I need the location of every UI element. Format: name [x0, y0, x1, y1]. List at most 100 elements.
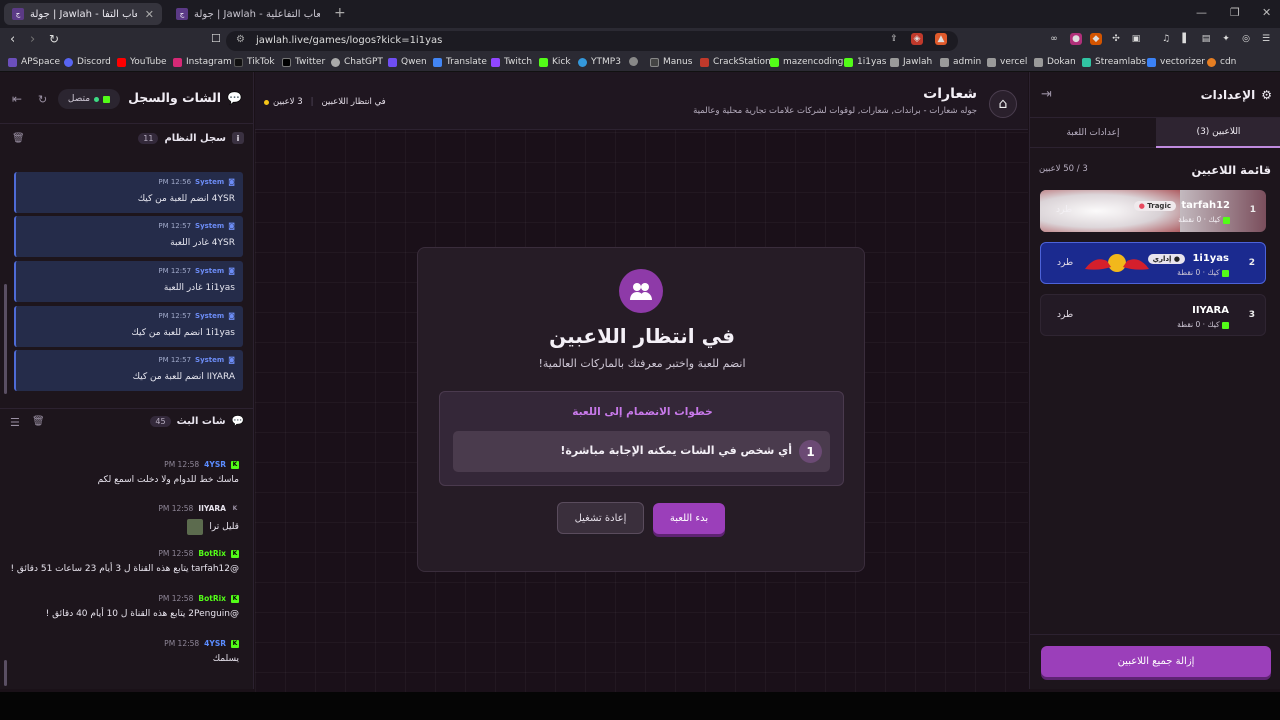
- kick-player-button[interactable]: طرد: [1056, 205, 1072, 215]
- browser-tab-active[interactable]: ج جولة | Jawlah - منصة الألعاب التفا ✕: [4, 3, 162, 25]
- bookmark-item[interactable]: ChatGPT: [331, 57, 383, 67]
- extension-icon[interactable]: ●: [1070, 33, 1082, 45]
- close-window-icon[interactable]: ✕: [1262, 6, 1271, 19]
- bookmark-item[interactable]: vectorizer: [1147, 57, 1205, 67]
- trash-icon[interactable]: 🗑: [12, 133, 25, 144]
- bookmark-label: Manus: [663, 57, 693, 67]
- bookmark-item[interactable]: Instagram: [173, 57, 232, 67]
- trash-icon[interactable]: 🗑: [32, 416, 45, 427]
- chat-username[interactable]: BotRix: [198, 549, 226, 558]
- chat-username[interactable]: IIYARA: [198, 504, 226, 513]
- stream-chat-count: 45: [150, 416, 171, 427]
- bookmark-item[interactable]: Kick: [539, 57, 571, 67]
- rewards-icon[interactable]: ▲: [935, 33, 947, 45]
- bookmark-item[interactable]: Twitter: [282, 57, 325, 67]
- refresh-icon[interactable]: ↻: [38, 93, 47, 106]
- bookmark-item[interactable]: Manus: [650, 57, 692, 67]
- restart-button[interactable]: إعادة تشغيل: [557, 502, 644, 534]
- sidebar-icon[interactable]: ▌: [1180, 33, 1192, 45]
- collapse-panel-icon[interactable]: ⇥: [1041, 87, 1052, 102]
- url-field[interactable]: ⚙ jawlah.live/games/logos?kick=1i1yas: [226, 31, 958, 51]
- new-tab-button[interactable]: +: [334, 5, 346, 21]
- scrollbar[interactable]: [4, 284, 7, 394]
- forward-icon[interactable]: ›: [30, 32, 35, 47]
- wallet-icon[interactable]: ▤: [1200, 33, 1212, 45]
- bookmark-item[interactable]: Dokan: [1034, 57, 1076, 67]
- reload-icon[interactable]: ↻: [49, 32, 59, 46]
- extension-icon[interactable]: ∞: [1048, 33, 1060, 45]
- bookmark-item[interactable]: Translate: [433, 57, 487, 67]
- bookmark-item[interactable]: APSpace: [8, 57, 60, 67]
- join-step: 1 أي شخص في الشات يمكنه الإجابة مباشرة!: [453, 431, 830, 472]
- bookmark-item[interactable]: 1i1yas: [844, 57, 886, 67]
- browser-tab[interactable]: ج جولة | Jawlah - منصة الألعاب التفاعلية: [168, 3, 328, 25]
- message-time: PM 12:58: [158, 549, 194, 558]
- bookmark-item[interactable]: TikTok: [234, 57, 275, 67]
- jawlah-favicon-icon: ج: [176, 8, 188, 20]
- bookmark-item[interactable]: admin: [940, 57, 981, 67]
- kick-player-button[interactable]: طرد: [1057, 258, 1073, 268]
- status-text: متصل: [67, 94, 91, 104]
- site-info-icon[interactable]: ⚙: [236, 34, 245, 45]
- filter-icon[interactable]: ☰: [10, 416, 20, 429]
- stream-chat-title: شات البث: [176, 416, 226, 427]
- menu-icon[interactable]: ☰: [1260, 33, 1272, 45]
- maximize-icon[interactable]: ❐: [1230, 6, 1240, 19]
- bookmark-item[interactable]: Discord: [64, 57, 111, 67]
- chat-log-panel: ⇤ ↻ متصل 💬 الشات والسجل 🗑 i سجل النظام 1…: [0, 72, 254, 689]
- stream-chat-header[interactable]: ☰ 🗑 💬 شات البث 45: [0, 408, 254, 436]
- scrollbar[interactable]: [4, 660, 7, 686]
- bookmark-item[interactable]: vercel: [987, 57, 1027, 67]
- player-name: IIYARA: [1192, 305, 1229, 316]
- tab-players[interactable]: اللاعبين (3): [1156, 118, 1280, 148]
- bookmark-item[interactable]: Twitch: [491, 57, 532, 67]
- extension-icon[interactable]: ◆: [1090, 33, 1102, 45]
- players-list-count: 3 / 50 لاعبين: [1039, 164, 1088, 174]
- extension-icon[interactable]: ▣: [1130, 33, 1142, 45]
- chat-username[interactable]: BotRix: [198, 594, 226, 603]
- bookmark-item[interactable]: YTMP3: [578, 57, 621, 67]
- bookmark-label: YTMP3: [591, 57, 621, 67]
- bookmarks-bar: APSpace Discord YouTube Instagram TikTok…: [0, 54, 1280, 72]
- bookmark-item[interactable]: Jawlah: [890, 57, 932, 67]
- collapse-panel-icon[interactable]: ⇤: [12, 92, 22, 106]
- home-icon[interactable]: ⌂: [989, 90, 1017, 118]
- minimize-icon[interactable]: —: [1196, 6, 1207, 19]
- close-tab-icon[interactable]: ✕: [145, 8, 154, 21]
- player-name: tarfah12: [1181, 200, 1230, 211]
- message-text: @2Penguin يتابع هذه القناة ل 10 أيام 40 …: [45, 609, 239, 619]
- share-icon[interactable]: ⇪: [888, 33, 900, 45]
- leo-ai-icon[interactable]: ✦: [1220, 33, 1232, 45]
- vpn-icon[interactable]: ◎: [1240, 33, 1252, 45]
- bookmark-item[interactable]: [629, 57, 642, 66]
- jawlah-app: ⇤ ↻ متصل 💬 الشات والسجل 🗑 i سجل النظام 1…: [0, 72, 1280, 692]
- system-message: PM 12:57 System ◙ 4YSR غادر اللعبة: [14, 216, 243, 257]
- system-log-header[interactable]: 🗑 i سجل النظام 11: [0, 128, 254, 152]
- bookmark-item[interactable]: Qwen: [388, 57, 427, 67]
- bookmark-item[interactable]: cdn: [1207, 57, 1236, 67]
- bookmark-item[interactable]: mazencoding: [770, 57, 843, 67]
- bookmark-icon[interactable]: ☐: [211, 32, 221, 45]
- kick-player-button[interactable]: طرد: [1057, 310, 1073, 320]
- remove-all-players-button[interactable]: إزالة جميع اللاعبين: [1041, 646, 1271, 677]
- start-game-button[interactable]: بدء اللعبة: [653, 503, 725, 534]
- brave-shield-icon[interactable]: ◈: [911, 33, 923, 45]
- chat-message: K BotRix PM 12:58 @tarfah12 يتابع هذه القن…: [9, 549, 239, 574]
- message-text: يسلمك: [212, 654, 239, 664]
- player-number: 2: [1248, 258, 1255, 268]
- system-message: PM 12:57 System ◙ 1i1yas انضم للعبة من كيك: [14, 306, 243, 347]
- bookmark-label: cdn: [1220, 57, 1237, 67]
- bookmark-label: Streamlabs: [1095, 57, 1146, 67]
- bookmark-item[interactable]: Streamlabs: [1082, 57, 1146, 67]
- tab-game-settings[interactable]: إعدادات اللعبة: [1030, 118, 1156, 148]
- bookmark-label: YouTube: [130, 57, 167, 67]
- bookmark-item[interactable]: CrackStation: [700, 57, 771, 67]
- back-icon[interactable]: ‹: [10, 32, 15, 47]
- chat-username[interactable]: 4YSR: [204, 460, 226, 469]
- bookmark-label: Qwen: [401, 57, 427, 67]
- message-sender: System: [195, 356, 225, 364]
- music-icon[interactable]: ♫: [1160, 33, 1172, 45]
- bookmark-item[interactable]: YouTube: [117, 57, 167, 67]
- chat-username[interactable]: 4YSR: [204, 639, 226, 648]
- extensions-puzzle-icon[interactable]: ✣: [1110, 33, 1122, 45]
